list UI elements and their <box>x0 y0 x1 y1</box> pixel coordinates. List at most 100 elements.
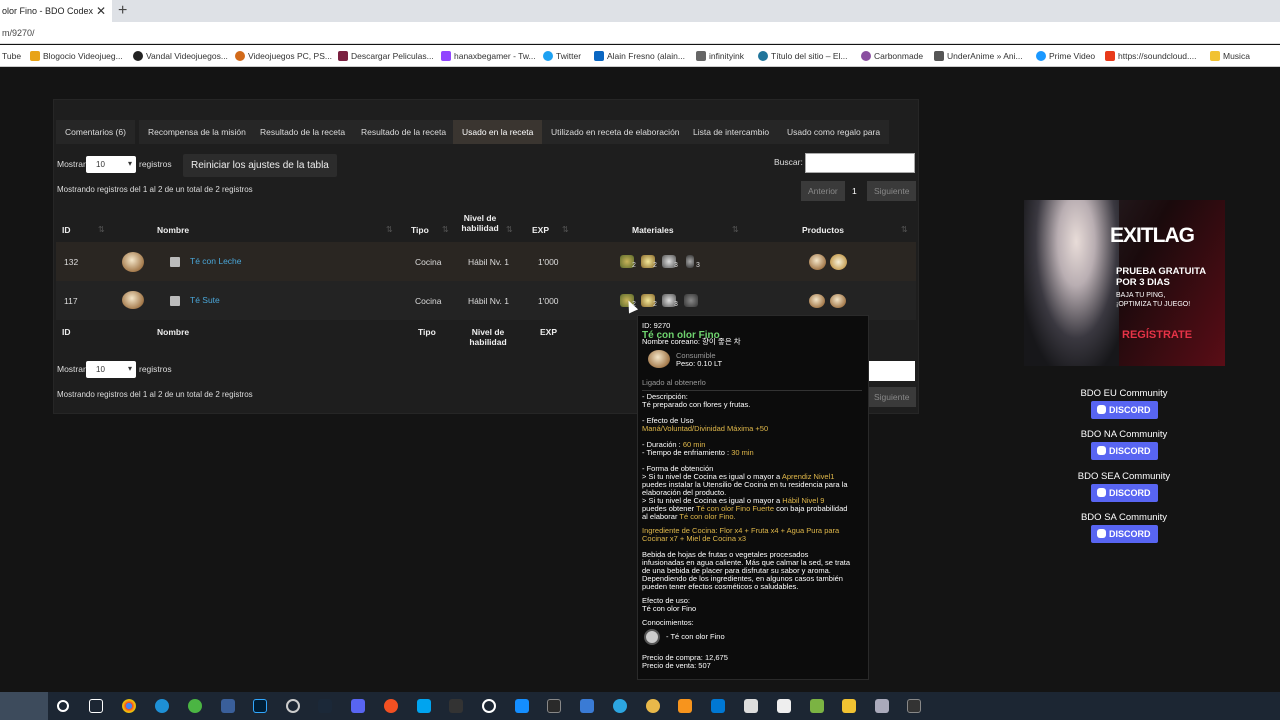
ad-register-button[interactable]: REGÍSTRATE <box>1122 329 1192 341</box>
bookmark-item[interactable]: Twitter <box>543 51 581 61</box>
bookmark-item[interactable]: https://soundcloud.... <box>1105 51 1196 61</box>
app-icon[interactable] <box>744 699 758 713</box>
app-icon[interactable] <box>580 699 594 713</box>
sort-icon[interactable]: ⇅ <box>442 225 449 234</box>
next-page-button-bottom[interactable]: Siguiente <box>867 387 917 407</box>
close-icon[interactable]: ✕ <box>96 4 106 18</box>
material-icon[interactable] <box>684 294 698 307</box>
utorrent-icon[interactable] <box>188 699 202 713</box>
sort-icon[interactable]: ⇅ <box>562 225 569 234</box>
discord-na-button[interactable]: DISCORD <box>1091 442 1158 460</box>
tea-item-icon[interactable] <box>122 291 144 309</box>
app-icon[interactable] <box>810 699 824 713</box>
app-icon[interactable] <box>907 699 921 713</box>
sort-icon[interactable]: ⇅ <box>98 225 105 234</box>
product-icon[interactable] <box>830 294 846 308</box>
file-explorer-icon[interactable] <box>842 699 856 713</box>
bookmark-item[interactable]: hanaxbegamer - Tw... <box>441 51 536 61</box>
tab-used-in-crafting[interactable]: Utilizado en receta de elaboración <box>542 120 689 144</box>
discord-sa-button[interactable]: DISCORD <box>1091 525 1158 543</box>
bookmark-item[interactable]: Blogocio Videojueg... <box>30 51 123 61</box>
sort-icon[interactable]: ⇅ <box>901 225 908 234</box>
bookmark-item[interactable]: Título del sitio – El... <box>758 51 848 61</box>
page-1-button[interactable]: 1 <box>845 181 864 201</box>
epic-games-icon[interactable] <box>547 699 561 713</box>
product-icon[interactable] <box>809 254 826 270</box>
discord-sea-button[interactable]: DISCORD <box>1091 484 1158 502</box>
product-icon[interactable] <box>809 294 825 308</box>
footer-col-id: ID <box>62 327 71 337</box>
product-icon[interactable] <box>830 254 847 270</box>
task-view-icon[interactable] <box>89 699 103 713</box>
col-skill-level[interactable]: Nivel de habilidad <box>461 213 499 233</box>
recipe-name-link[interactable]: Té con Leche <box>190 256 242 266</box>
prev-page-button[interactable]: Anterior <box>801 181 845 201</box>
sort-icon[interactable]: ⇅ <box>506 225 513 234</box>
discord-icon[interactable] <box>351 699 365 713</box>
sort-icon[interactable]: ⇅ <box>386 225 393 234</box>
battlenet-icon[interactable] <box>515 699 529 713</box>
bookmark-item[interactable]: Carbonmade <box>861 51 923 61</box>
telegram-icon[interactable] <box>613 699 627 713</box>
address-bar[interactable]: m/9270/ <box>0 22 1280 44</box>
tab-quest-reward[interactable]: Recompensa de la misión <box>139 120 255 144</box>
sort-icon[interactable]: ⇅ <box>732 225 739 234</box>
bookmark-item[interactable]: Prime Video <box>1036 51 1095 61</box>
discord-eu-button[interactable]: DISCORD <box>1091 401 1158 419</box>
bookmark-item[interactable]: Alain Fresno (alain... <box>594 51 685 61</box>
tab-exchange-list[interactable]: Lista de intercambio <box>684 120 779 144</box>
tab-comments[interactable]: Comentarios (6) <box>56 120 135 144</box>
photoshop-icon[interactable] <box>253 699 267 713</box>
col-materials[interactable]: Materiales <box>632 225 674 235</box>
page-size-select-bottom[interactable]: 10 <box>86 361 136 378</box>
bookmark-item[interactable]: Tube <box>2 51 21 61</box>
edge-icon[interactable] <box>155 699 169 713</box>
exitlag-ad-banner[interactable]: EXITLAG PRUEBA GRATUITA POR 3 DIAS BAJA T… <box>1024 200 1225 366</box>
steam-icon[interactable] <box>318 699 332 713</box>
tea-item-icon[interactable] <box>122 252 144 272</box>
tooltip-desc: Té preparado con flores y frutas. <box>642 400 751 409</box>
app-icon[interactable] <box>646 699 660 713</box>
gamepad-icon[interactable] <box>777 699 791 713</box>
bookmark-item[interactable]: UnderAnime » Ani... <box>934 51 1023 61</box>
search-input[interactable] <box>805 153 915 173</box>
search-input-bottom[interactable] <box>865 361 915 381</box>
tab-used-in-recipe[interactable]: Usado en la receta <box>453 120 543 144</box>
search-icon[interactable] <box>57 700 69 712</box>
vlc-icon[interactable] <box>678 699 692 713</box>
search-label: Buscar: <box>774 157 803 167</box>
next-page-button[interactable]: Siguiente <box>867 181 917 201</box>
bookmark-item[interactable]: Descargar Peliculas... <box>338 51 434 61</box>
origin-icon[interactable] <box>384 699 398 713</box>
col-products[interactable]: Productos <box>802 225 844 235</box>
app-icon[interactable] <box>482 699 496 713</box>
col-type[interactable]: Tipo <box>411 225 429 235</box>
material-icon[interactable] <box>686 255 694 268</box>
page-size-select[interactable]: 10 <box>86 156 136 173</box>
bookmark-item[interactable]: infinityink <box>696 51 744 61</box>
store-icon[interactable] <box>711 699 725 713</box>
chrome-icon[interactable] <box>122 699 136 713</box>
col-name[interactable]: Nombre <box>157 225 189 235</box>
tab-gift-for[interactable]: Usado como regalo para <box>778 120 890 144</box>
tab-recipe-result[interactable]: Resultado de la receta <box>251 120 355 144</box>
recipe-name-link[interactable]: Té Sute <box>190 295 220 305</box>
row-exp: 1'000 <box>538 296 559 306</box>
app-icon[interactable] <box>417 699 431 713</box>
calculator-icon[interactable] <box>221 699 235 713</box>
app-icon[interactable] <box>875 699 889 713</box>
start-area[interactable] <box>0 692 48 720</box>
col-id[interactable]: ID <box>62 225 71 235</box>
tab-recipe-result-2[interactable]: Resultado de la receta <box>352 120 456 144</box>
col-exp[interactable]: EXP <box>532 225 549 235</box>
bookmark-item[interactable]: Vandal Videojuegos... <box>133 51 228 61</box>
new-tab-icon[interactable]: + <box>118 2 127 20</box>
app-icon[interactable] <box>449 699 463 713</box>
bookmark-item[interactable]: Musica <box>1210 51 1250 61</box>
browser-tab[interactable]: olor Fino - BDO Codex ✕ <box>0 0 112 22</box>
bookmark-item[interactable]: Videojuegos PC, PS... <box>235 51 332 61</box>
footer-col-exp: EXP <box>540 327 558 337</box>
reset-table-button[interactable]: Reiniciar los ajustes de la tabla <box>183 154 337 177</box>
tooltip-use-value: Té con olor Fino <box>642 604 697 613</box>
obs-icon[interactable] <box>286 699 300 713</box>
